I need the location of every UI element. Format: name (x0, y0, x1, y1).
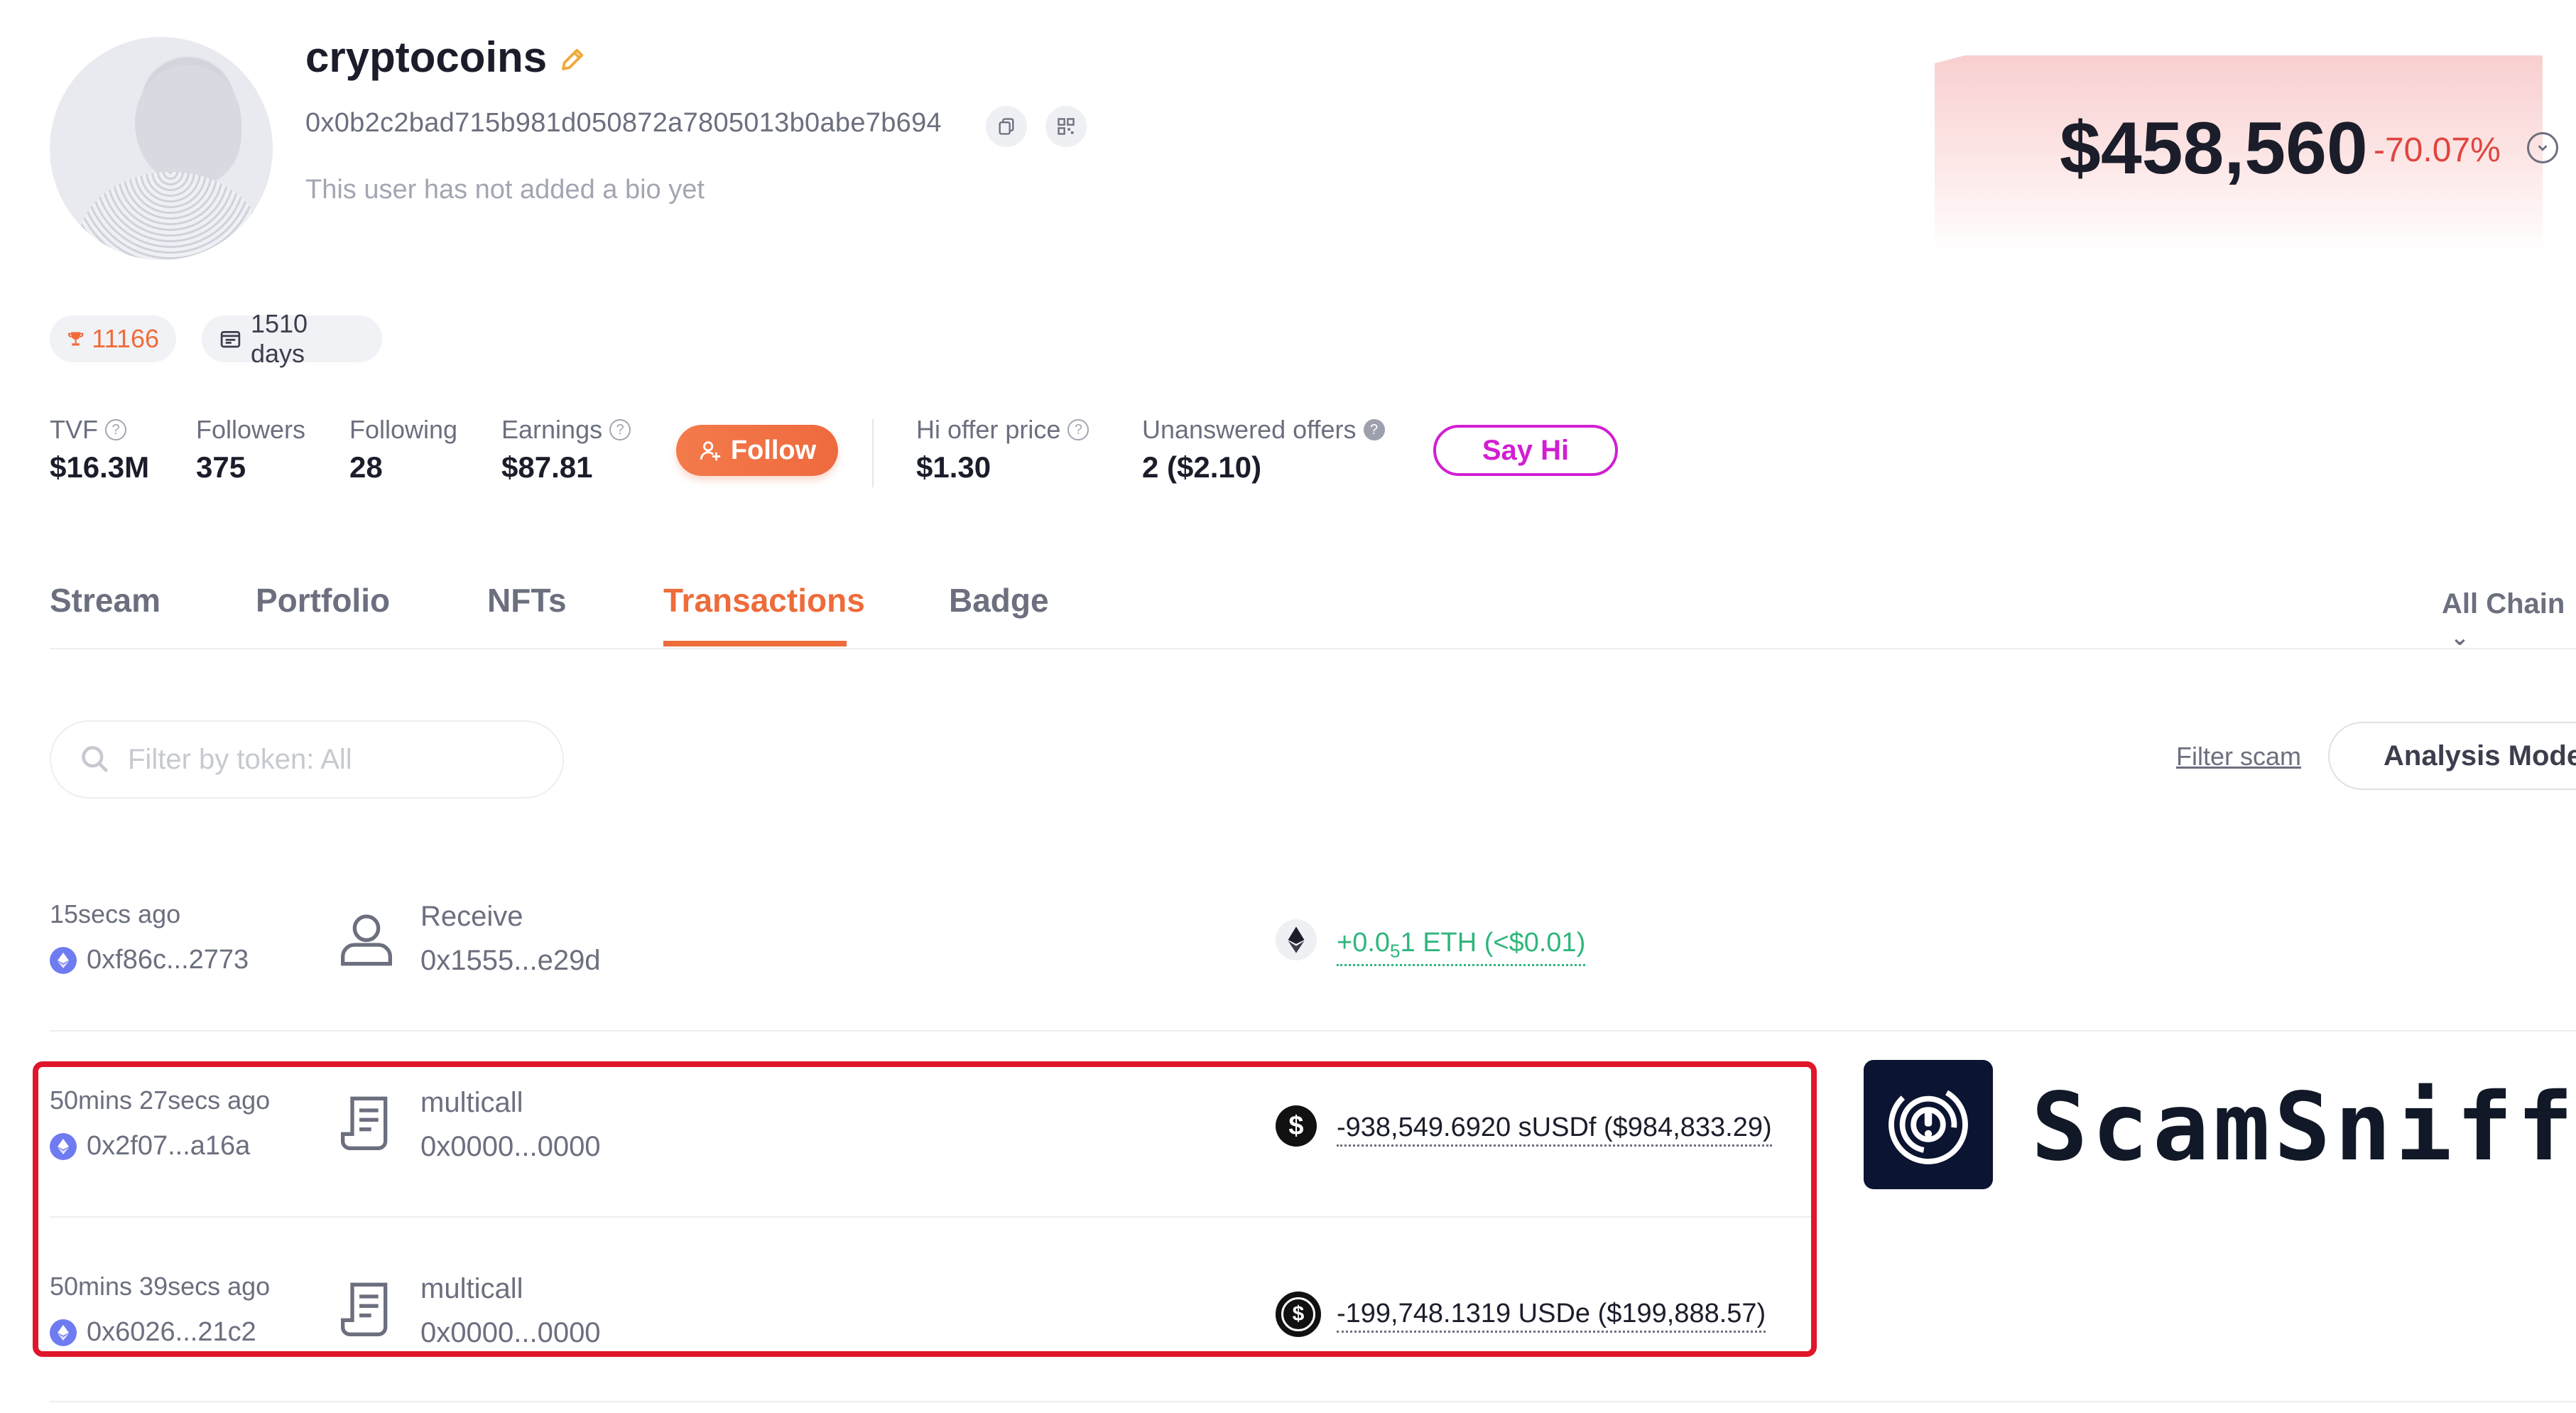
stat-hi-offer-value: $1.30 (916, 450, 991, 484)
stat-hi-offer-label: Hi offer price (916, 415, 1061, 444)
tx-time: 15secs ago (50, 899, 181, 929)
username: cryptocoins (305, 33, 548, 81)
copy-icon[interactable] (986, 106, 1027, 147)
row-divider (50, 1401, 2576, 1402)
rank-value: 11166 (92, 324, 159, 353)
tab-portfolio[interactable]: Portfolio (256, 581, 390, 619)
trophy-icon (67, 332, 84, 346)
tx-hash: 0xf86c...2773 (87, 945, 249, 975)
wallet-address: 0x0b2c2bad715b981d050872a7805013b0abe7b6… (305, 108, 942, 138)
account-age-value: 1510 days (250, 309, 308, 368)
follow-button[interactable]: Follow (676, 425, 838, 476)
token-filter-field[interactable] (50, 720, 564, 798)
account-age-badge: 1510 days (202, 309, 382, 368)
tab-nfts[interactable]: NFTs (487, 581, 567, 619)
qr-code-icon[interactable] (1045, 106, 1087, 147)
tab-transactions[interactable]: Transactions (663, 581, 865, 619)
tx-amount-subscript: 5 (1390, 940, 1401, 962)
tx-type: Receive (420, 901, 523, 932)
scamsniffer-logo (1864, 1060, 1993, 1189)
stat-unanswered: Unanswered offers? 2 ($2.10) (1142, 415, 1385, 484)
tx-counterparty[interactable]: 0x1555...e29d (420, 945, 601, 977)
avatar (50, 37, 273, 260)
stat-following[interactable]: Following 28 (349, 415, 457, 484)
help-icon[interactable]: ? (609, 419, 631, 440)
stat-followers-label: Followers (196, 415, 306, 444)
divider (872, 419, 874, 487)
help-icon[interactable]: ? (105, 419, 126, 440)
stat-earnings-value: $87.81 (501, 450, 593, 484)
stat-hi-offer: Hi offer price? $1.30 (916, 415, 1089, 484)
filter-scam-link[interactable]: Filter scam (2176, 742, 2301, 772)
tab-stream[interactable]: Stream (50, 581, 161, 619)
highlight-box (33, 1061, 1817, 1357)
eth-icon (1276, 919, 1317, 960)
stat-followers[interactable]: Followers 375 (196, 415, 305, 484)
scamsniffer-wordmark: ScamSniffer (2031, 1073, 2576, 1182)
tab-badge[interactable]: Badge (949, 581, 1049, 619)
help-icon[interactable]: ? (1067, 419, 1089, 440)
analysis-mode-button[interactable]: Analysis Mode (2328, 722, 2576, 790)
search-icon (82, 746, 109, 773)
stat-tvf-value: $16.3M (50, 450, 150, 484)
stat-tvf-label: TVF (50, 415, 98, 444)
help-icon[interactable]: ? (1363, 419, 1385, 440)
net-worth-change: -70.07% (2374, 131, 2501, 169)
chevron-down-icon: ⌄ (2450, 624, 2469, 650)
chevron-down-icon[interactable] (2527, 132, 2558, 163)
tx-amount[interactable]: +0.051 ETH (<$0.01) (1337, 928, 1586, 966)
rank-badge: 11166 (50, 315, 176, 362)
tx-amount-rest: 1 ETH (<$0.01) (1400, 928, 1586, 958)
ethereum-icon (50, 946, 77, 974)
stat-earnings: Earnings? $87.81 (501, 415, 631, 484)
chain-select-label: All Chain (2442, 588, 2565, 619)
stat-followers-value: 375 (196, 450, 246, 484)
add-user-icon (700, 441, 721, 461)
bio-text: This user has not added a bio yet (305, 175, 705, 205)
say-hi-button[interactable]: Say Hi (1433, 425, 1618, 476)
tabs-divider (50, 648, 2576, 649)
stat-following-label: Following (349, 415, 458, 444)
token-filter-input[interactable] (126, 742, 527, 776)
follow-label: Follow (730, 435, 817, 465)
pencil-icon[interactable] (558, 44, 588, 74)
user-icon (341, 914, 392, 966)
active-tab-indicator (663, 641, 847, 646)
stat-tvf: TVF? $16.3M (50, 415, 149, 484)
net-worth-value: $458,560 (2060, 107, 2368, 190)
stat-following-value: 28 (349, 450, 383, 484)
tx-hash-link[interactable]: 0xf86c...2773 (50, 945, 249, 975)
calendar-icon (220, 331, 241, 348)
stat-earnings-label: Earnings (501, 415, 603, 444)
stat-unanswered-value: 2 ($2.10) (1142, 450, 1262, 484)
chain-select[interactable]: All Chain ⌄ (2442, 588, 2576, 652)
row-divider (50, 1030, 2576, 1032)
stat-unanswered-label: Unanswered offers (1142, 415, 1357, 444)
tx-amount-prefix: +0.0 (1337, 928, 1391, 958)
